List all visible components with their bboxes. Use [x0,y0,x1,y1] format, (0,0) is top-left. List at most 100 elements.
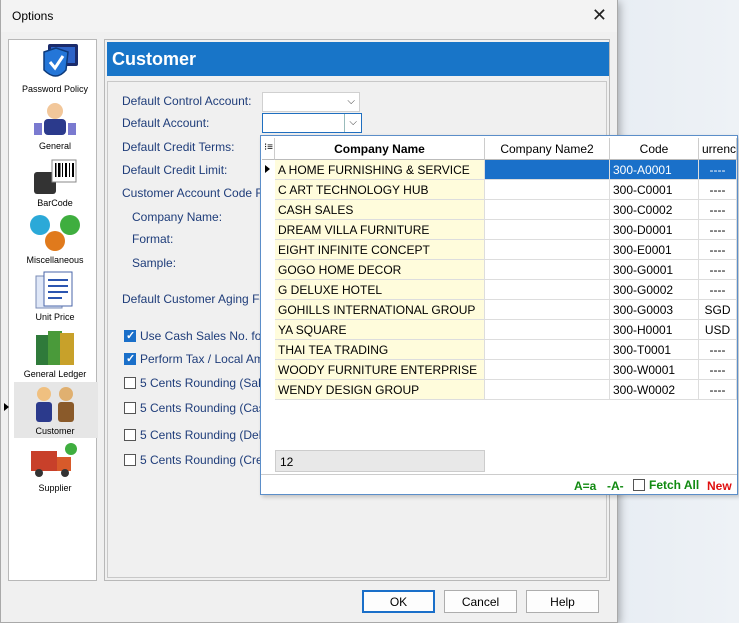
help-button[interactable]: Help [526,590,599,613]
cell-code: 300-W0002 [610,380,699,400]
case-toggle-button[interactable]: A=a [574,479,596,493]
use-cash-sales-checkbox[interactable]: Use Cash Sales No. for [124,329,265,343]
default-account-combo[interactable]: ⌵ [262,113,362,133]
cell-name2 [485,180,610,200]
cell-currency: ---- [699,180,737,200]
sidebar-item-password-policy[interactable]: Password Policy [14,40,98,96]
sidebar-item-general-ledger[interactable]: General Ledger [14,325,98,381]
cell-name2 [485,360,610,380]
panel-header: Customer [107,42,609,76]
table-row[interactable]: WOODY FURNITURE ENTERPRISE 300-W0001 ---- [262,360,737,380]
customer-icon [36,387,74,422]
close-icon[interactable]: ✕ [592,5,607,26]
table-row[interactable]: C ART TECHNOLOGY HUB 300-C0001 ---- [262,180,737,200]
cell-currency: ---- [699,280,737,300]
col-company-name[interactable]: Company Name [275,138,485,160]
checkbox-icon [633,479,645,491]
table-row[interactable]: GOHILLS INTERNATIONAL GROUP 300-G0003 SGD [262,300,737,320]
cell-code: 300-G0003 [610,300,699,320]
sidebar-item-label: Customer [35,426,75,436]
record-count: 12 [275,450,485,472]
fetch-all-checkbox[interactable]: Fetch All [633,478,699,492]
cell-name: GOHILLS INTERNATIONAL GROUP [275,300,485,320]
window-title: Options [12,9,54,23]
cell-currency: ---- [699,240,737,260]
cell-name: DREAM VILLA FURNITURE [275,220,485,240]
table-row[interactable]: WENDY DESIGN GROUP 300-W0002 ---- [262,380,737,400]
cell-currency: ---- [699,160,737,180]
grid-menu-icon[interactable]: ⁝≡ [262,138,275,160]
sidebar-item-miscellaneous[interactable]: Miscellaneous [14,211,98,267]
checkbox-label: Use Cash Sales No. for [140,329,266,343]
col-currency[interactable]: urrenc [699,138,737,160]
cell-name: WOODY FURNITURE ENTERPRISE [275,360,485,380]
cell-name: THAI TEA TRADING [275,340,485,360]
account-lookup-dropdown: ⁝≡ Company Name Company Name2 Code urren… [260,135,738,495]
new-button[interactable]: New [707,479,732,493]
column-header: Company Name [334,142,425,156]
rounding-credit-checkbox[interactable]: 5 Cents Rounding (Cred [124,453,269,467]
cell-currency: USD [699,320,737,340]
truck-icon [31,443,77,477]
cell-name: YA SQUARE [275,320,485,340]
chevron-down-icon: ⌵ [349,117,357,128]
col-company-name2[interactable]: Company Name2 [485,138,610,160]
sidebar-item-customer[interactable]: Customer [14,382,98,438]
table-row[interactable]: G DELUXE HOTEL 300-G0002 ---- [262,280,737,300]
table-row[interactable]: CASH SALES 300-C0002 ---- [262,200,737,220]
checkbox-icon [124,377,136,389]
checkbox-icon [124,454,136,466]
cell-currency: ---- [699,380,737,400]
checkbox-icon [124,402,136,414]
sample-label: Sample: [132,256,177,270]
rounding-sales-checkbox[interactable]: 5 Cents Rounding (Sale [124,376,267,390]
cell-name2 [485,260,610,280]
customer-account-code-label: Customer Account Code F [122,186,263,200]
checkbox-icon [124,352,136,365]
default-control-account-combo[interactable]: ⌵ [262,92,360,112]
current-row-arrow-icon [265,165,270,173]
table-row[interactable]: THAI TEA TRADING 300-T0001 ---- [262,340,737,360]
perform-tax-checkbox[interactable]: Perform Tax / Local Am [124,352,264,366]
checkbox-label: 5 Cents Rounding (Cred [140,453,270,467]
rounding-cash-checkbox[interactable]: 5 Cents Rounding (Cas [124,401,265,415]
checkbox-label: Fetch All [649,478,700,492]
sidebar-item-label: Supplier [38,483,72,493]
table-row[interactable]: EIGHT INFINITE CONCEPT 300-E0001 ---- [262,240,737,260]
cell-name2 [485,340,610,360]
ok-button[interactable]: OK [362,590,435,613]
table-row[interactable]: GOGO HOME DECOR 300-G0001 ---- [262,260,737,280]
checkbox-icon [124,429,136,441]
table-row[interactable]: YA SQUARE 300-H0001 USD [262,320,737,340]
ledger-icon [36,331,74,365]
cell-code: 300-D0001 [610,220,699,240]
default-control-account-label: Default Control Account: [122,94,252,108]
cell-code: 300-C0002 [610,200,699,220]
cancel-button[interactable]: Cancel [444,590,517,613]
sidebar-item-unit-price[interactable]: Unit Price [14,268,98,324]
checkbox-label: 5 Cents Rounding (Deb [140,428,266,442]
cell-code: 300-T0001 [610,340,699,360]
cell-currency: ---- [699,360,737,380]
chevron-down-icon: ⌵ [347,96,355,107]
sidebar-item-barcode[interactable]: BarCode [14,154,98,210]
rounding-debit-checkbox[interactable]: 5 Cents Rounding (Deb [124,428,265,442]
format-label: Format: [132,232,174,246]
cell-currency: SGD [699,300,737,320]
column-header: Company Name2 [500,142,594,156]
options-sidebar: Password Policy General BarCode Miscella… [8,39,98,581]
selected-arrow-icon [4,403,9,411]
cell-name2 [485,380,610,400]
sidebar-item-supplier[interactable]: Supplier [14,439,98,495]
cell-currency: ---- [699,340,737,360]
checkbox-label: 5 Cents Rounding (Sale [140,376,268,390]
table-row[interactable]: DREAM VILLA FURNITURE 300-D0001 ---- [262,220,737,240]
cell-name: G DELUXE HOTEL [275,280,485,300]
table-row[interactable]: A HOME FURNISHING & SERVICE 300-A0001 ---- [262,160,737,180]
cell-name2 [485,240,610,260]
cell-name: GOGO HOME DECOR [275,260,485,280]
match-toggle-button[interactable]: -A- [607,479,624,493]
column-header: Code [639,142,669,156]
col-code[interactable]: Code [610,138,699,160]
sidebar-item-general[interactable]: General [14,97,98,153]
